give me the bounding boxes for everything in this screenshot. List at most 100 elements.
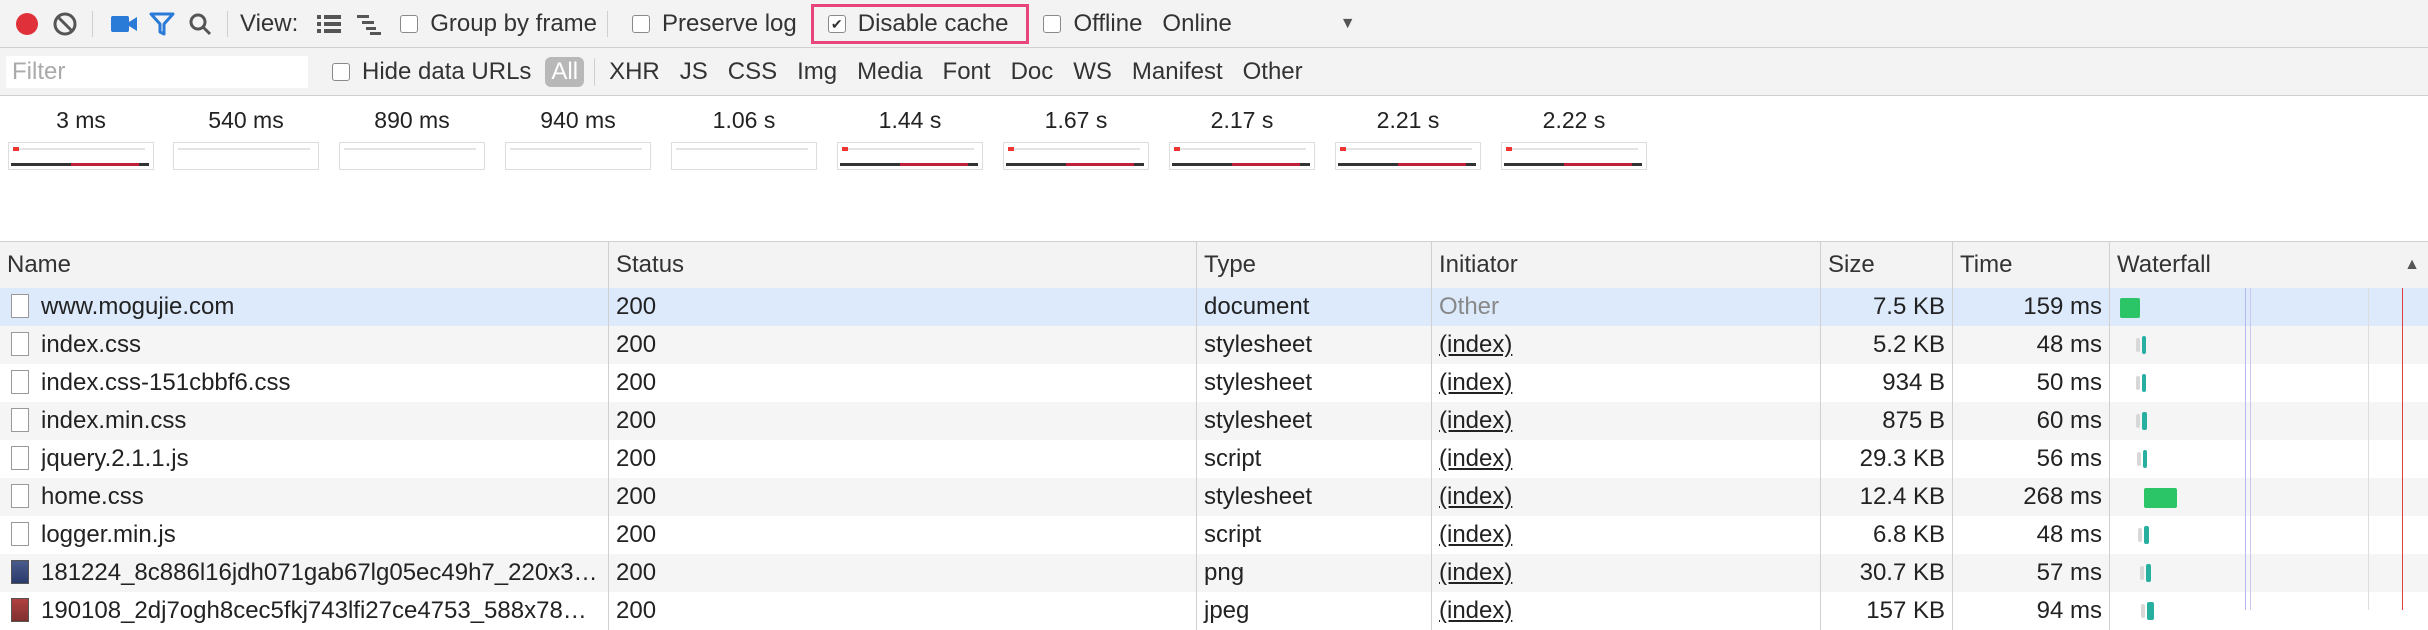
filmstrip-frame[interactable]: 2.22 s <box>1500 104 1648 170</box>
filmstrip-frame[interactable]: 1.06 s <box>670 104 818 170</box>
group-by-frame-checkbox[interactable]: Group by frame <box>400 10 597 38</box>
filter-type-manifest[interactable]: Manifest <box>1132 58 1223 86</box>
column-header-name[interactable]: Name <box>0 242 609 288</box>
frame-thumbnail[interactable] <box>8 142 154 170</box>
cell-initiator[interactable]: (index) <box>1432 554 1821 592</box>
document-icon <box>11 408 29 432</box>
cell-name[interactable]: 181224_8c886l16jdh071gab67lg05ec49h7_220… <box>0 554 609 592</box>
filter-type-all[interactable]: All <box>545 56 585 87</box>
waterfall-bar[interactable] <box>2142 336 2146 354</box>
column-header-time[interactable]: Time <box>1953 242 2110 288</box>
cell-name[interactable]: logger.min.js <box>0 516 609 554</box>
checkbox-box[interactable] <box>1043 14 1062 33</box>
offline-checkbox[interactable]: Offline <box>1043 10 1142 38</box>
table-row[interactable]: index.min.css 200 stylesheet (index) 875 B 60… <box>0 402 2428 440</box>
clear-icon[interactable] <box>48 7 82 41</box>
checkbox-box[interactable] <box>332 62 350 81</box>
filter-type-font[interactable]: Font <box>943 58 991 86</box>
filmstrip-frame[interactable]: 1.44 s <box>836 104 984 170</box>
frame-thumbnail[interactable] <box>671 142 817 170</box>
cell-initiator[interactable]: (index) <box>1432 402 1821 440</box>
request-name: www.mogujie.com <box>41 293 235 320</box>
cell-initiator[interactable]: (index) <box>1432 364 1821 402</box>
cell-name[interactable]: index.min.css <box>0 402 609 440</box>
hide-data-urls-label: Hide data URLs <box>362 57 532 85</box>
frame-thumbnail[interactable] <box>1335 142 1481 170</box>
table-row[interactable]: index.css 200 stylesheet (index) 5.2 KB 48 ms <box>0 326 2428 364</box>
cell-name[interactable]: jquery.2.1.1.js <box>0 440 609 478</box>
table-row[interactable]: 181224_8c886l16jdh071gab67lg05ec49h7_220… <box>0 554 2428 592</box>
throttling-value: Online <box>1162 9 1232 37</box>
frame-thumbnail[interactable] <box>1501 142 1647 170</box>
checkbox-box[interactable] <box>400 14 419 33</box>
waterfall-bar[interactable] <box>2147 602 2154 620</box>
cell-name[interactable]: index.css <box>0 326 609 364</box>
large-rows-icon[interactable] <box>312 7 346 41</box>
filmstrip-frame[interactable]: 940 ms <box>504 104 652 170</box>
filmstrip-frame[interactable]: 3 ms <box>7 104 155 170</box>
filter-icon[interactable] <box>145 7 179 41</box>
waterfall-bar[interactable] <box>2142 412 2147 430</box>
filter-type-xhr[interactable]: XHR <box>609 58 660 86</box>
waterfall-waiting-bar <box>2137 452 2141 466</box>
waterfall-bar[interactable] <box>2144 526 2149 544</box>
throttling-select[interactable]: Online ▼ <box>1162 10 1355 38</box>
cell-initiator[interactable]: (index) <box>1432 478 1821 516</box>
column-header-status[interactable]: Status <box>609 242 1197 288</box>
cell-initiator[interactable]: (index) <box>1432 326 1821 364</box>
waterfall-bar[interactable] <box>2143 450 2147 468</box>
filter-type-media[interactable]: Media <box>857 58 922 86</box>
table-row[interactable]: www.mogujie.com 200 document Other 7.5 KB 159… <box>0 288 2428 326</box>
checkmark-icon[interactable]: ✔ <box>827 14 846 33</box>
search-icon[interactable] <box>183 7 217 41</box>
waterfall-bar[interactable] <box>2142 374 2146 392</box>
cell-status: 200 <box>609 288 1197 326</box>
cell-name[interactable]: www.mogujie.com <box>0 288 609 326</box>
record-icon[interactable] <box>10 7 44 41</box>
cell-initiator[interactable]: (index) <box>1432 516 1821 554</box>
cell-initiator[interactable]: (index) <box>1432 592 1821 630</box>
waterfall-bar[interactable] <box>2144 488 2177 508</box>
hide-data-urls-checkbox[interactable]: Hide data URLs <box>332 58 531 86</box>
frame-thumbnail[interactable] <box>339 142 485 170</box>
filter-type-other[interactable]: Other <box>1243 58 1303 86</box>
cell-name[interactable]: 190108_2dj7ogh8cec5fkj743lfi27ce4753_588… <box>0 592 609 630</box>
disable-cache-checkbox[interactable]: ✔ Disable cache <box>810 3 1030 44</box>
filter-type-js[interactable]: JS <box>680 58 708 86</box>
column-header-type[interactable]: Type <box>1197 242 1432 288</box>
cell-name[interactable]: home.css <box>0 478 609 516</box>
column-header-size[interactable]: Size <box>1821 242 1953 288</box>
cell-name[interactable]: index.css-151cbbf6.css <box>0 364 609 402</box>
table-row[interactable]: jquery.2.1.1.js 200 script (index) 29.3 KB 56… <box>0 440 2428 478</box>
cell-initiator[interactable]: (index) <box>1432 440 1821 478</box>
frame-thumbnail[interactable] <box>837 142 983 170</box>
disable-cache-label: Disable cache <box>857 9 1009 37</box>
checkbox-box[interactable] <box>632 14 650 33</box>
filter-type-css[interactable]: CSS <box>728 58 777 86</box>
preserve-log-checkbox[interactable]: Preserve log <box>632 10 797 38</box>
overview-waterfall-icon[interactable] <box>352 7 386 41</box>
requests-table: Name Status Type Initiator Size Time Wat… <box>0 242 2428 630</box>
frame-thumbnail[interactable] <box>505 142 651 170</box>
table-row[interactable]: home.css 200 stylesheet (index) 12.4 KB 268 m… <box>0 478 2428 516</box>
table-row[interactable]: logger.min.js 200 script (index) 6.8 KB 48 ms <box>0 516 2428 554</box>
filmstrip-frame[interactable]: 2.21 s <box>1334 104 1482 170</box>
filter-type-img[interactable]: Img <box>797 58 837 86</box>
waterfall-bar[interactable] <box>2120 298 2140 318</box>
frame-thumbnail[interactable] <box>173 142 319 170</box>
filter-input[interactable] <box>6 55 308 88</box>
filmstrip-frame[interactable]: 540 ms <box>172 104 320 170</box>
capture-screenshots-icon[interactable] <box>107 7 141 41</box>
filmstrip-frame[interactable]: 2.17 s <box>1168 104 1316 170</box>
table-row[interactable]: 190108_2dj7ogh8cec5fkj743lfi27ce4753_588… <box>0 592 2428 630</box>
table-row[interactable]: index.css-151cbbf6.css 200 stylesheet (inde… <box>0 364 2428 402</box>
filter-type-ws[interactable]: WS <box>1073 58 1112 86</box>
column-header-initiator[interactable]: Initiator <box>1432 242 1821 288</box>
frame-thumbnail[interactable] <box>1003 142 1149 170</box>
filter-type-doc[interactable]: Doc <box>1011 58 1054 86</box>
filmstrip-frame[interactable]: 1.67 s <box>1002 104 1150 170</box>
filmstrip-frame[interactable]: 890 ms <box>338 104 486 170</box>
waterfall-bar[interactable] <box>2146 564 2151 582</box>
frame-thumbnail[interactable] <box>1169 142 1315 170</box>
column-header-waterfall[interactable]: Waterfall ▲ <box>2110 242 2428 288</box>
